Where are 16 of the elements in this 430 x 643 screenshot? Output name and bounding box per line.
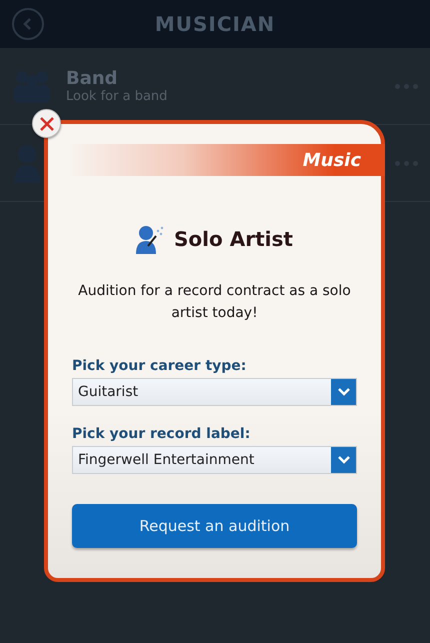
- row-title: Band: [66, 68, 119, 89]
- dropdown-field[interactable]: Guitarist: [72, 378, 357, 406]
- dialog-description: Audition for a record contract as a solo artist today!: [77, 282, 352, 323]
- field-label: Pick your record label:: [72, 426, 252, 442]
- page-title: MUSICIAN: [154, 12, 276, 36]
- back-button[interactable]: [12, 8, 44, 40]
- dialog-title: Solo Artist: [174, 227, 293, 251]
- category-label: Music: [302, 150, 361, 170]
- request-button[interactable]: Request an audition: [72, 504, 357, 548]
- close-button[interactable]: [32, 109, 61, 138]
- row-subtitle: Look for a band: [66, 89, 168, 104]
- chevron-down-icon: [336, 387, 350, 397]
- field-label: Pick your career type:: [72, 358, 248, 374]
- close-icon: [38, 116, 54, 132]
- dropdown-field[interactable]: Fingerwell Entertainment: [72, 446, 357, 474]
- chevron-down-icon: [336, 455, 350, 465]
